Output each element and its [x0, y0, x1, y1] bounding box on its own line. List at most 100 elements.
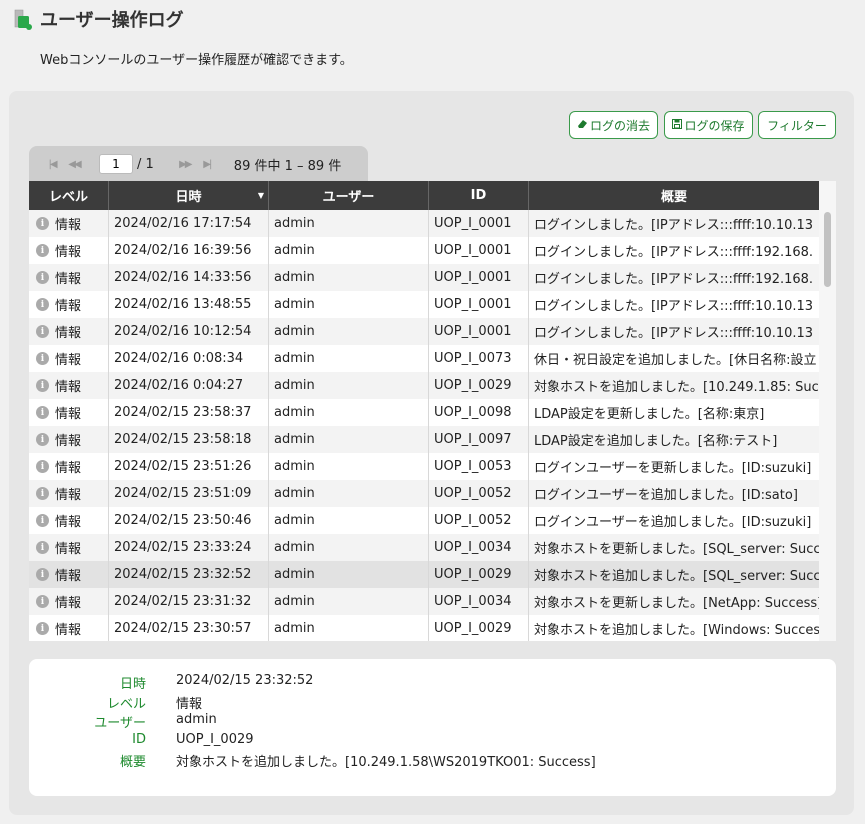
first-page-icon[interactable]: |◀	[41, 159, 63, 170]
table-row[interactable]: i 情報 2024/02/15 23:58:18 admin UOP_I_0097 LDA…	[29, 426, 819, 453]
cell-user-text: admin	[274, 513, 315, 528]
table-scrollbar[interactable]	[819, 181, 836, 641]
cell-user: admin	[269, 561, 429, 588]
sort-descending-icon: ▼	[257, 191, 264, 200]
column-header-date[interactable]: 日時 ▼	[109, 181, 269, 210]
page-header: ユーザー操作ログ	[12, 6, 184, 32]
last-page-icon[interactable]: ▶|	[196, 159, 218, 170]
table-row[interactable]: i 情報 2024/02/16 14:33:56 admin UOP_I_0001 ログイ…	[29, 264, 819, 291]
cell-summary: ログインしました。[IPアドレス:::ffff:10.10.13	[529, 210, 819, 237]
save-log-label: ログの保存	[684, 118, 745, 133]
cell-date-text: 2024/02/15 23:58:37	[114, 405, 252, 420]
table-row[interactable]: i 情報 2024/02/16 13:48:55 admin UOP_I_0001 ログイ…	[29, 291, 819, 318]
table-row[interactable]: i 情報 2024/02/15 23:32:52 admin UOP_I_0029 対象ホ…	[29, 561, 819, 588]
cell-user-text: admin	[274, 297, 315, 312]
table-row[interactable]: i 情報 2024/02/16 0:04:27 admin UOP_I_0029 対象ホス…	[29, 372, 819, 399]
table-row[interactable]: i 情報 2024/02/15 23:58:37 admin UOP_I_0098 LDA…	[29, 399, 819, 426]
cell-date: 2024/02/15 23:51:26	[109, 453, 269, 480]
cell-level: i 情報	[29, 588, 109, 615]
next-page-icon[interactable]: ▶▶	[174, 159, 196, 170]
cell-id-text: UOP_I_0001	[434, 324, 512, 339]
cell-date: 2024/02/15 23:50:46	[109, 507, 269, 534]
table-row[interactable]: i 情報 2024/02/16 0:08:34 admin UOP_I_0073 休日・祝…	[29, 345, 819, 372]
table-row[interactable]: i 情報 2024/02/16 17:17:54 admin UOP_I_0001 ログイ…	[29, 210, 819, 237]
info-icon: i	[36, 406, 49, 419]
log-panel: ログの消去 ログの保存 フィルター |◀ ◀◀ / 1 ▶▶ ▶| 89 件中 …	[9, 91, 854, 815]
page-title: ユーザー操作ログ	[40, 10, 184, 31]
cell-id-text: UOP_I_0098	[434, 405, 512, 420]
cell-id-text: UOP_I_0029	[434, 567, 512, 582]
cell-level-text: 情報	[55, 380, 82, 395]
cell-summary: 対象ホストを更新しました。[NetApp: Success]	[529, 588, 819, 615]
cell-user-text: admin	[274, 405, 315, 420]
cell-user-text: admin	[274, 243, 315, 258]
info-icon: i	[36, 622, 49, 635]
cell-id: UOP_I_0098	[429, 399, 529, 426]
page-number-input[interactable]	[99, 154, 133, 174]
cell-summary-text: 対象ホストを追加しました。[Windows: Success	[534, 623, 819, 638]
table-row[interactable]: i 情報 2024/02/16 16:39:56 admin UOP_I_0001 ログイ…	[29, 237, 819, 264]
cell-user: admin	[269, 237, 429, 264]
cell-level: i 情報	[29, 534, 109, 561]
cell-user: admin	[269, 453, 429, 480]
cell-date-text: 2024/02/16 13:48:55	[114, 297, 252, 312]
cell-user: admin	[269, 426, 429, 453]
scrollbar-thumb[interactable]	[824, 212, 831, 287]
pagination-bar: |◀ ◀◀ / 1 ▶▶ ▶| 89 件中 1 – 89 件	[29, 146, 368, 182]
log-table: レベル 日時 ▼ ユーザー ID 概要 i 情報 2024/02/16 17:17:…	[29, 181, 836, 641]
cell-date: 2024/02/15 23:58:37	[109, 399, 269, 426]
table-row[interactable]: i 情報 2024/02/16 10:12:54 admin UOP_I_0001 ログイ…	[29, 318, 819, 345]
column-header-summary[interactable]: 概要	[529, 181, 819, 210]
cell-level: i 情報	[29, 291, 109, 318]
info-icon: i	[36, 460, 49, 473]
cell-id: UOP_I_0034	[429, 534, 529, 561]
cell-user-text: admin	[274, 486, 315, 501]
cell-level: i 情報	[29, 507, 109, 534]
detail-row-level: レベル 情報	[29, 693, 202, 712]
cell-summary-text: ログインしました。[IPアドレス:::ffff:10.10.13	[534, 218, 814, 233]
cell-id: UOP_I_0001	[429, 318, 529, 345]
table-row[interactable]: i 情報 2024/02/15 23:30:57 admin UOP_I_0029 対象ホ…	[29, 615, 819, 641]
filter-button[interactable]: フィルター	[758, 111, 836, 139]
cell-summary: 対象ホストを追加しました。[10.249.1.85: Succ	[529, 372, 819, 399]
cell-level-text: 情報	[55, 623, 82, 638]
column-header-user[interactable]: ユーザー	[269, 181, 429, 210]
cell-level-text: 情報	[55, 596, 82, 611]
table-row[interactable]: i 情報 2024/02/15 23:51:09 admin UOP_I_0052 ログイ…	[29, 480, 819, 507]
cell-summary: ログインユーザーを追加しました。[ID:suzuki]	[529, 507, 819, 534]
cell-date-text: 2024/02/16 17:17:54	[114, 216, 252, 231]
table-row[interactable]: i 情報 2024/02/15 23:33:24 admin UOP_I_0034 対象ホ…	[29, 534, 819, 561]
column-header-date-label: 日時	[175, 190, 202, 205]
cell-summary-text: 休日・祝日設定を追加しました。[休日名称:設立	[534, 353, 817, 368]
cell-summary: ログインしました。[IPアドレス:::ffff:10.10.13	[529, 291, 819, 318]
column-header-id[interactable]: ID	[429, 181, 529, 210]
info-icon: i	[36, 514, 49, 527]
info-icon: i	[36, 244, 49, 257]
cell-user-text: admin	[274, 378, 315, 393]
cell-id: UOP_I_0034	[429, 588, 529, 615]
column-header-level[interactable]: レベル	[29, 181, 109, 210]
cell-summary-text: ログインしました。[IPアドレス:::ffff:10.10.13	[534, 326, 814, 341]
cell-user: admin	[269, 588, 429, 615]
prev-page-icon[interactable]: ◀◀	[63, 159, 85, 170]
cell-id: UOP_I_0097	[429, 426, 529, 453]
cell-level-text: 情報	[55, 272, 82, 287]
table-row[interactable]: i 情報 2024/02/15 23:31:32 admin UOP_I_0034 対象ホ…	[29, 588, 819, 615]
table-row[interactable]: i 情報 2024/02/15 23:51:26 admin UOP_I_0053 ログイ…	[29, 453, 819, 480]
cell-summary-text: LDAP設定を追加しました。[名称:テスト]	[534, 434, 778, 449]
cell-level: i 情報	[29, 345, 109, 372]
clear-log-button[interactable]: ログの消去	[569, 111, 658, 139]
cell-level: i 情報	[29, 237, 109, 264]
cell-level: i 情報	[29, 318, 109, 345]
cell-id: UOP_I_0073	[429, 345, 529, 372]
cell-summary-text: ログインしました。[IPアドレス:::ffff:192.168.	[534, 272, 814, 287]
cell-id: UOP_I_0029	[429, 615, 529, 641]
cell-date-text: 2024/02/15 23:58:18	[114, 432, 252, 447]
table-row[interactable]: i 情報 2024/02/15 23:50:46 admin UOP_I_0052 ログイ…	[29, 507, 819, 534]
info-icon: i	[36, 325, 49, 338]
cell-level-text: 情報	[55, 353, 82, 368]
cell-summary-text: ログインしました。[IPアドレス:::ffff:10.10.13	[534, 299, 814, 314]
filter-label: フィルター	[767, 118, 827, 133]
save-log-button[interactable]: ログの保存	[664, 111, 753, 139]
cell-level-text: 情報	[55, 326, 82, 341]
